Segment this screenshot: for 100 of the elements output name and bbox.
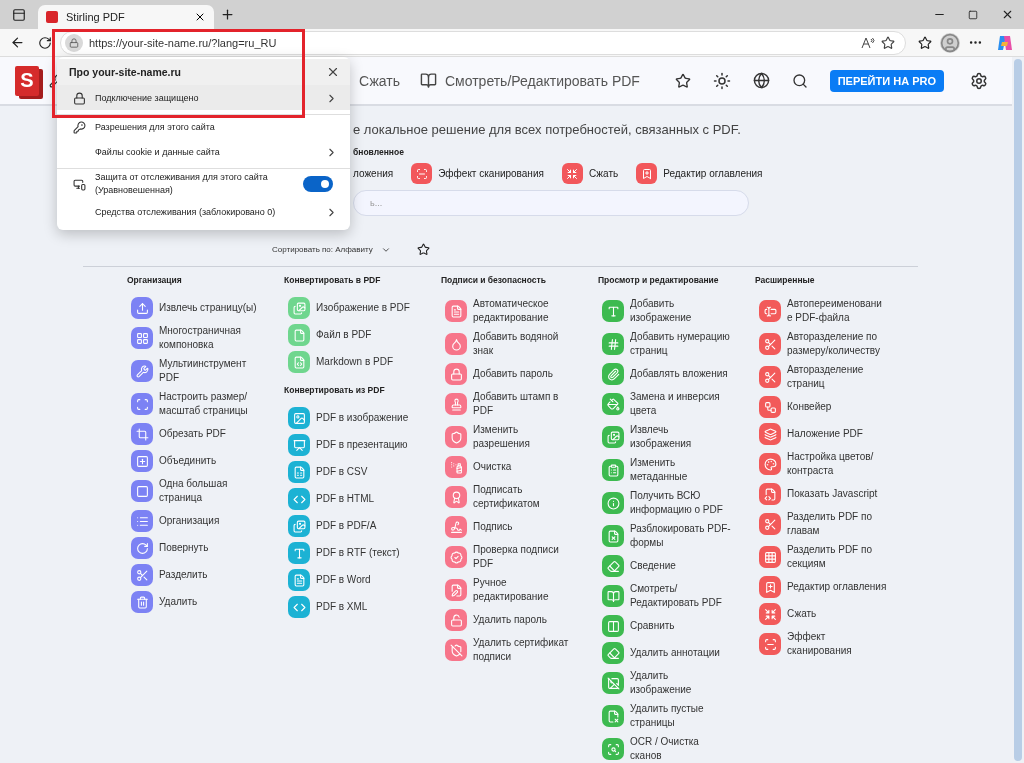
tool-link[interactable]: Проверка подписи PDF bbox=[445, 543, 598, 571]
favorite-tool[interactable]: Сжать bbox=[561, 163, 619, 184]
tool-link[interactable]: Удалить пароль bbox=[445, 609, 598, 631]
tool-link[interactable]: Добавить пароль bbox=[445, 363, 598, 385]
popup-menu-item[interactable]: Разрешения для этого сайта bbox=[57, 114, 350, 139]
tool-link[interactable]: Показать Javascript bbox=[759, 483, 912, 505]
theme-icon[interactable] bbox=[712, 71, 731, 90]
tool-link[interactable]: Автопереименовани е PDF-файла bbox=[759, 297, 912, 325]
tool-link[interactable]: Мультиинструмент PDF bbox=[131, 357, 284, 385]
tool-link[interactable]: PDF в CSV bbox=[288, 461, 441, 483]
tool-link[interactable]: PDF в PDF/A bbox=[288, 515, 441, 537]
search-field[interactable]: ь... bbox=[353, 190, 749, 216]
tool-link[interactable]: Ручное редактирование bbox=[445, 576, 598, 604]
tool-link[interactable]: Автоматическое редактирование bbox=[445, 297, 598, 325]
tool-link[interactable]: Удалить аннотации bbox=[602, 642, 755, 664]
tool-link[interactable]: Настройка цветов/ контраста bbox=[759, 450, 912, 478]
tool-link[interactable]: Сравнить bbox=[602, 615, 755, 637]
tool-link[interactable]: PDF в RTF (текст) bbox=[288, 542, 441, 564]
tool-link[interactable]: Подпись bbox=[445, 516, 598, 538]
tool-link[interactable]: Разделить PDF по секциям bbox=[759, 543, 912, 571]
tool-link[interactable]: Авторазделение по размеру/количеству bbox=[759, 330, 912, 358]
section-heading: бновленное bbox=[353, 147, 405, 157]
tool-link[interactable]: OCR / Очистка сканов bbox=[602, 735, 755, 763]
popup-menu-item[interactable]: Подключение защищено bbox=[57, 85, 350, 110]
tool-link[interactable]: Получить ВСЮ информацию о PDF bbox=[602, 489, 755, 517]
tool-link[interactable]: Удалить пустые страницы bbox=[602, 702, 755, 730]
tool-link[interactable]: Конвейер bbox=[759, 396, 912, 418]
settings-icon[interactable] bbox=[970, 71, 988, 90]
lock-icon[interactable] bbox=[65, 33, 83, 52]
favicon-icon bbox=[46, 11, 58, 23]
tool-link[interactable]: PDF в презентацию bbox=[288, 434, 441, 456]
popup-menu-item[interactable]: Защита от отслеживания для этого сайта (Уравновешенная) bbox=[57, 168, 350, 199]
tool-link[interactable]: Добавить нумерацию страниц bbox=[602, 330, 755, 358]
browser-tab[interactable]: Stirling PDF bbox=[38, 5, 214, 29]
tool-link[interactable]: Разблокировать PDF-формы bbox=[602, 522, 755, 550]
language-icon[interactable] bbox=[752, 72, 770, 89]
sort-dropdown[interactable]: Сортировать по: Алфавиту bbox=[272, 244, 391, 255]
address-bar[interactable]: https://your-site-name.ru/?lang=ru_RU bbox=[60, 30, 906, 55]
favorites-star-icon[interactable] bbox=[674, 72, 691, 89]
tool-link[interactable]: Добавлять вложения bbox=[602, 363, 755, 385]
category-heading: Расширенные bbox=[755, 275, 816, 285]
favorite-tool[interactable]: ложения bbox=[353, 168, 394, 179]
tool-link[interactable]: Многостраничная компоновка bbox=[131, 324, 284, 352]
profile-avatar[interactable] bbox=[940, 32, 960, 53]
tool-link[interactable]: Обрезать PDF bbox=[131, 423, 284, 445]
tool-link[interactable]: PDF в XML bbox=[288, 596, 441, 618]
tool-link[interactable]: Подписать сертификатом bbox=[445, 483, 598, 511]
favorite-star-icon[interactable] bbox=[881, 35, 895, 50]
tool-link[interactable]: Одна большая страница bbox=[131, 477, 284, 505]
tool-link[interactable]: Извлечь страницу(ы) bbox=[131, 297, 284, 319]
close-icon[interactable] bbox=[194, 11, 206, 23]
tool-link[interactable]: Разделить bbox=[131, 564, 284, 586]
tool-link[interactable]: Повернуть bbox=[131, 537, 284, 559]
tool-link[interactable]: Добавить штамп в PDF bbox=[445, 390, 598, 418]
tool-link[interactable]: Сведение bbox=[602, 555, 755, 577]
popup-menu-item[interactable]: Файлы cookie и данные сайта bbox=[57, 139, 350, 164]
tool-link[interactable]: Замена и инверсия цвета bbox=[602, 390, 755, 418]
tool-link[interactable]: Сжать bbox=[759, 603, 912, 625]
search-icon[interactable] bbox=[791, 72, 808, 89]
tool-link[interactable]: Эффект сканирования bbox=[759, 630, 912, 658]
devices-icon bbox=[72, 177, 86, 191]
menu-item-label: Подключение защищено bbox=[95, 91, 200, 105]
nav-link[interactable]: Сжать bbox=[359, 72, 400, 89]
read-aloud-icon[interactable] bbox=[861, 36, 875, 49]
tool-link[interactable]: Очистка bbox=[445, 456, 598, 478]
tool-link[interactable]: Markdown в PDF bbox=[288, 351, 441, 373]
toggle-switch[interactable] bbox=[303, 176, 333, 192]
tool-link[interactable]: Добавить водяной знак bbox=[445, 330, 598, 358]
tool-link[interactable]: Объединить bbox=[131, 450, 284, 472]
tool-link[interactable]: Удалить bbox=[131, 591, 284, 613]
favorite-tool[interactable]: Эффект сканирования bbox=[411, 163, 544, 184]
tool-link[interactable]: Наложение PDF bbox=[759, 423, 912, 445]
favorite-tool[interactable]: Редактир оглавления bbox=[636, 163, 763, 184]
tool-link[interactable]: Удалить изображение bbox=[602, 669, 755, 697]
tool-link[interactable]: Разделить PDF по главам bbox=[759, 510, 912, 538]
tool-link[interactable]: Смотреть/ Редактировать PDF bbox=[602, 582, 755, 610]
tool-link[interactable]: Редактир оглавления bbox=[759, 576, 912, 598]
star-icon[interactable] bbox=[416, 243, 430, 256]
key-icon bbox=[72, 120, 86, 134]
close-icon[interactable] bbox=[326, 65, 340, 79]
scrollbar-thumb[interactable] bbox=[1014, 59, 1022, 761]
copilot-icon[interactable] bbox=[996, 33, 1014, 52]
tool-link[interactable]: PDF в HTML bbox=[288, 488, 441, 510]
tool-link[interactable]: Авторазделение страниц bbox=[759, 363, 912, 391]
tool-link[interactable]: Изменить разрешения bbox=[445, 423, 598, 451]
tool-link[interactable]: Организация bbox=[131, 510, 284, 532]
tool-link[interactable]: Добавить изображение bbox=[602, 297, 755, 325]
tool-link[interactable]: PDF в изображение bbox=[288, 407, 441, 429]
tool-link[interactable]: Изменить метаданные bbox=[602, 456, 755, 484]
nav-link[interactable]: Смотреть/Редактировать PDF bbox=[419, 72, 640, 89]
tool-link[interactable]: Настроить размер/ масштаб страницы bbox=[131, 390, 284, 418]
tool-link[interactable]: Удалить сертификат подписи bbox=[445, 636, 598, 664]
tool-link[interactable]: Извлечь изображения bbox=[602, 423, 755, 451]
menu-item-label: Средства отслеживания (заблокировано 0) bbox=[95, 205, 277, 219]
tool-link[interactable]: Файл в PDF bbox=[288, 324, 441, 346]
tool-link[interactable]: Изображение в PDF bbox=[288, 297, 441, 319]
category-heading: Конвертировать из PDF bbox=[284, 385, 386, 395]
tool-link[interactable]: PDF в Word bbox=[288, 569, 441, 591]
popup-menu-item[interactable]: Средства отслеживания (заблокировано 0) bbox=[57, 199, 350, 224]
upgrade-button[interactable]: ПЕРЕЙТИ НА PRO bbox=[829, 69, 944, 92]
